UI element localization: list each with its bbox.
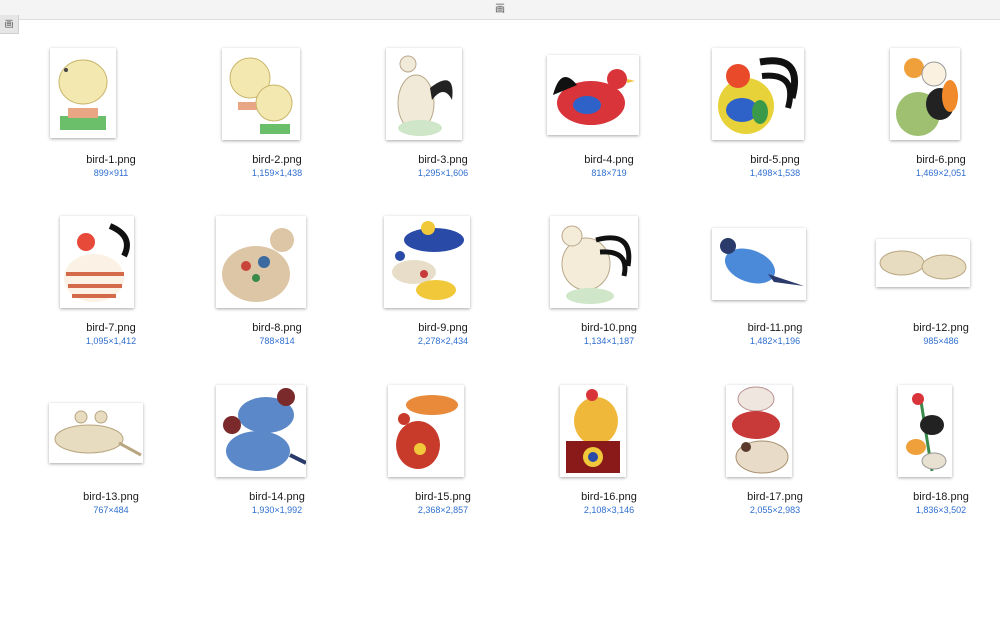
file-dimensions: 788×814 [259, 336, 295, 346]
file-item[interactable]: bird-2.png 1,159×1,438 [194, 48, 360, 213]
chick-on-stand-thumbnail[interactable] [50, 48, 116, 138]
file-name: bird-8.png [252, 322, 302, 334]
red-birds-thumbnail[interactable] [388, 385, 464, 477]
file-item[interactable]: bird-9.png 2,278×2,434 [360, 216, 526, 381]
dove-pair-thumbnail[interactable] [49, 403, 143, 463]
file-dimensions: 1,095×1,412 [85, 336, 137, 346]
file-dimensions: 1,836×3,502 [915, 505, 967, 515]
file-dimensions: 1,498×1,538 [749, 168, 801, 178]
file-name: bird-15.png [415, 491, 471, 503]
file-name: bird-17.png [747, 491, 803, 503]
file-name: bird-18.png [913, 491, 969, 503]
file-name: bird-1.png [86, 154, 136, 166]
file-item[interactable]: bird-12.png 985×486 [858, 216, 1000, 381]
file-item[interactable]: bird-11.png 1,482×1,196 [692, 216, 858, 381]
file-item[interactable]: bird-4.png 818×719 [526, 48, 692, 213]
file-dimensions: 767×484 [93, 505, 129, 515]
stacked-birds-thumbnail[interactable] [726, 385, 792, 477]
red-rooster-thumbnail[interactable] [547, 55, 639, 135]
white-hen-thumbnail[interactable] [386, 48, 462, 140]
file-name: bird-4.png [584, 154, 634, 166]
round-bird-stripes-thumbnail[interactable] [60, 216, 134, 308]
file-item[interactable]: bird-15.png 2,368×2,857 [360, 385, 526, 550]
file-item[interactable]: bird-8.png 788×814 [194, 216, 360, 381]
rooster-black-tail-thumbnail[interactable] [712, 48, 804, 140]
file-dimensions: 2,368×2,857 [417, 505, 469, 515]
blue-bird-thumbnail[interactable] [712, 228, 806, 300]
bird-group-thumbnail[interactable] [384, 216, 470, 308]
file-name: bird-16.png [581, 491, 637, 503]
file-item[interactable]: bird-10.png 1,134×1,187 [526, 216, 692, 381]
file-dimensions: 2,108×3,146 [583, 505, 635, 515]
file-item[interactable]: bird-3.png 1,295×1,606 [360, 48, 526, 213]
file-name: bird-6.png [916, 154, 966, 166]
file-item[interactable]: bird-14.png 1,930×1,992 [194, 385, 360, 550]
file-item[interactable]: bird-16.png 2,108×3,146 [526, 385, 692, 550]
file-name: bird-12.png [913, 322, 969, 334]
rooster-on-box-thumbnail[interactable] [560, 385, 626, 477]
file-item[interactable]: bird-5.png 1,498×1,538 [692, 48, 858, 213]
file-name: bird-13.png [83, 491, 139, 503]
file-dimensions: 1,930×1,992 [251, 505, 303, 515]
file-name: bird-14.png [249, 491, 305, 503]
file-dimensions: 818×719 [591, 168, 627, 178]
two-chicks-thumbnail[interactable] [222, 48, 300, 140]
file-dimensions: 1,295×1,606 [417, 168, 469, 178]
bird-on-pole-thumbnail[interactable] [898, 385, 952, 477]
doll-with-chick-thumbnail[interactable] [890, 48, 960, 140]
file-dimensions: 1,159×1,438 [251, 168, 303, 178]
two-doves-thumbnail[interactable] [876, 239, 970, 287]
file-name: bird-5.png [750, 154, 800, 166]
file-grid: bird-1.png 899×911 bird-2.png 1,159×1,43… [0, 0, 1000, 620]
file-dimensions: 2,278×2,434 [417, 336, 469, 346]
file-item[interactable]: bird-13.png 767×484 [28, 385, 194, 550]
file-item[interactable]: bird-18.png 1,836×3,502 [858, 385, 1000, 550]
file-dimensions: 899×911 [93, 168, 129, 178]
file-item[interactable]: bird-7.png 1,095×1,412 [28, 216, 194, 381]
file-item[interactable]: bird-17.png 2,055×2,983 [692, 385, 858, 550]
file-dimensions: 1,482×1,196 [749, 336, 801, 346]
file-dimensions: 985×486 [923, 336, 959, 346]
hen-striped-tail-thumbnail[interactable] [550, 216, 638, 308]
file-name: bird-2.png [252, 154, 302, 166]
file-item[interactable]: bird-6.png 1,469×2,051 [858, 48, 1000, 213]
file-dimensions: 2,055×2,983 [749, 505, 801, 515]
file-name: bird-7.png [86, 322, 136, 334]
file-name: bird-11.png [747, 322, 803, 334]
blue-birds-stack-thumbnail[interactable] [216, 385, 306, 477]
quail-thumbnail[interactable] [216, 216, 306, 308]
file-item[interactable]: bird-1.png 899×911 [28, 48, 194, 213]
file-name: bird-9.png [418, 322, 468, 334]
file-name: bird-3.png [418, 154, 468, 166]
file-dimensions: 1,469×2,051 [915, 168, 967, 178]
file-name: bird-10.png [581, 322, 637, 334]
file-dimensions: 1,134×1,187 [583, 336, 635, 346]
